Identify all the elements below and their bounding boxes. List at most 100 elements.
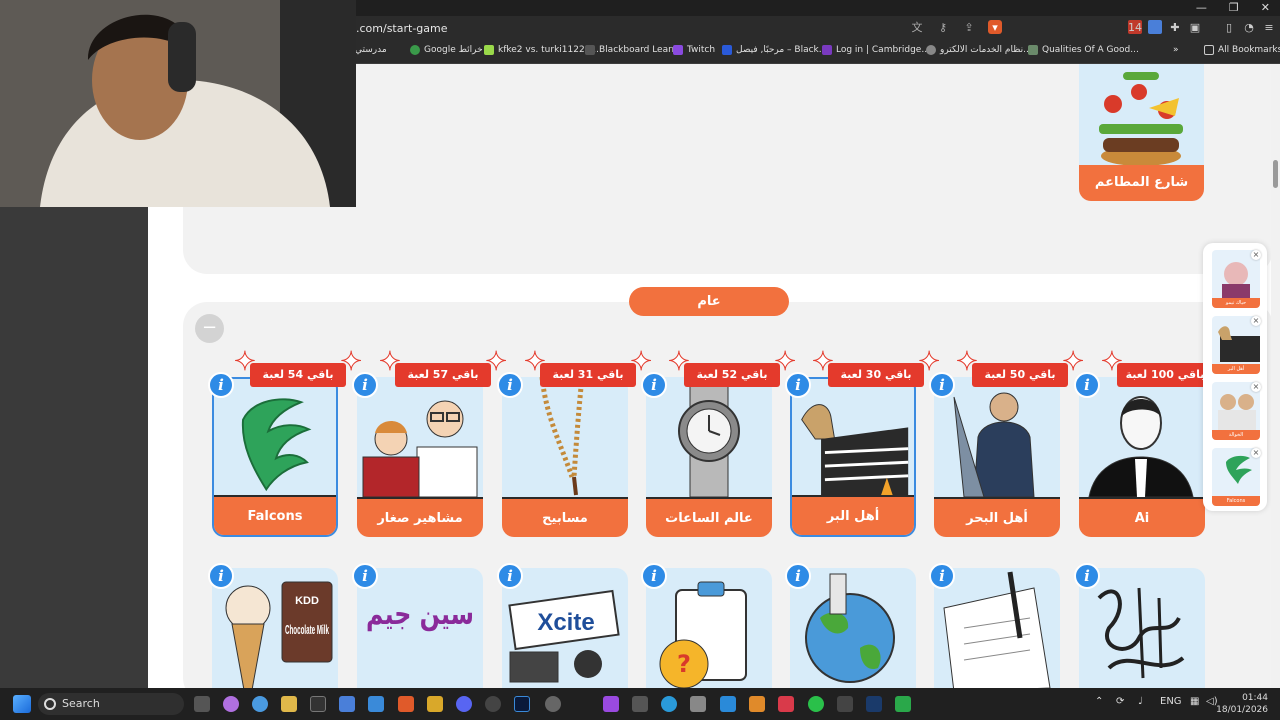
brave-icon[interactable] — [398, 696, 414, 712]
whatsapp-icon[interactable] — [808, 696, 824, 712]
leo-icon[interactable]: ◔ — [1242, 20, 1256, 34]
rockstar-icon[interactable] — [427, 696, 443, 712]
category-card-sea-people[interactable]: أهل البحر — [934, 377, 1060, 537]
info-button[interactable]: i — [208, 563, 234, 589]
photoshop-icon[interactable] — [514, 696, 530, 712]
address-bar[interactable]: .com/start-game — [340, 20, 1000, 38]
card-label: مسابيح — [502, 497, 628, 537]
remove-icon[interactable]: × — [1251, 382, 1261, 392]
brave-shield-icon[interactable]: ▾ — [988, 20, 1002, 34]
windows-start-icon[interactable] — [13, 695, 31, 713]
app-icon[interactable] — [720, 696, 736, 712]
network-icon[interactable]: ⟳ — [1116, 696, 1124, 707]
discord-icon[interactable] — [456, 696, 472, 712]
epic-games-icon[interactable] — [310, 696, 326, 712]
app-icon[interactable] — [778, 696, 794, 712]
info-button[interactable]: i — [497, 563, 523, 589]
settings-icon[interactable] — [545, 696, 561, 712]
sidebar-icon[interactable]: ▯ — [1222, 20, 1236, 34]
category-card-watches[interactable]: عالم الساعات — [646, 377, 772, 537]
remaining-games-badge: باقي 57 لعبة — [379, 349, 507, 387]
more-bookmarks-button[interactable]: » — [1173, 45, 1179, 55]
globe-icon — [926, 45, 936, 55]
puzzle-icon[interactable]: ✚ — [1168, 20, 1182, 34]
bookmark-item[interactable]: Google خرائط — [410, 45, 483, 55]
minimize-icon[interactable]: — — [1196, 1, 1207, 14]
bookmark-item[interactable]: Twitch — [673, 45, 715, 55]
info-button[interactable]: i — [352, 372, 378, 398]
bookmark-item[interactable]: Log in | Cambridge... — [822, 45, 930, 55]
share-icon[interactable]: ⇪ — [962, 20, 976, 34]
category-card-sin-jim[interactable]: سين جيم — [357, 568, 483, 693]
info-button[interactable]: i — [1074, 372, 1100, 398]
category-card-calligraphy[interactable] — [1079, 568, 1205, 693]
collapse-button[interactable]: − — [195, 314, 224, 343]
extension-icon[interactable] — [1148, 20, 1162, 34]
info-button[interactable]: i — [785, 563, 811, 589]
steam-icon[interactable] — [866, 696, 882, 712]
category-card-ai[interactable]: Ai — [1079, 377, 1205, 537]
chrome-icon[interactable] — [252, 696, 268, 712]
task-view-icon[interactable] — [194, 696, 210, 712]
category-card-poetry[interactable] — [934, 568, 1060, 693]
info-button[interactable]: i — [1074, 563, 1100, 589]
info-button[interactable]: i — [208, 372, 234, 398]
wallet-icon[interactable]: ▣ — [1188, 20, 1202, 34]
obs-icon[interactable] — [485, 696, 501, 712]
category-card-restaurant-street[interactable]: شارع المطاعم — [1079, 64, 1204, 201]
bookmark-item[interactable]: Blackboard Learn — [585, 45, 677, 55]
wifi-icon[interactable]: ▦ — [1190, 696, 1199, 707]
system-clock[interactable]: 01:44 18/01/2026 — [1216, 692, 1268, 716]
tray-chevron-icon[interactable]: ⌃ — [1095, 696, 1103, 707]
category-card-desert-people[interactable]: أهل البر — [790, 377, 916, 537]
microphone-icon[interactable]: ♩ — [1138, 696, 1143, 707]
all-bookmarks-button[interactable]: All Bookmarks — [1204, 45, 1280, 55]
store-icon[interactable] — [339, 696, 355, 712]
info-button[interactable]: i — [641, 372, 667, 398]
category-card-ice-cream-milk[interactable]: KDD Chocolate Milk — [212, 568, 338, 693]
app-icon[interactable] — [837, 696, 853, 712]
teams-icon[interactable] — [368, 696, 384, 712]
mail-icon[interactable] — [632, 696, 648, 712]
category-card-history-geography[interactable] — [790, 568, 916, 693]
menu-icon[interactable]: ≡ — [1262, 20, 1276, 34]
bookmark-item[interactable]: kfke2 vs. turki11223... — [484, 45, 599, 55]
info-button[interactable]: i — [497, 372, 523, 398]
app-icon[interactable] — [895, 696, 911, 712]
remove-icon[interactable]: × — [1251, 250, 1261, 260]
extension-badge-icon[interactable]: 14 — [1128, 20, 1142, 34]
scrollbar-thumb[interactable] — [1273, 160, 1278, 188]
watch-illustration — [678, 377, 740, 497]
taskbar-search[interactable]: Search — [38, 693, 184, 715]
category-card-quiz[interactable]: ? — [646, 568, 772, 693]
card-label: Falcons — [214, 495, 336, 535]
bookmark-label: Log in | Cambridge... — [836, 45, 930, 55]
close-icon[interactable]: ✕ — [1261, 1, 1270, 14]
info-button[interactable]: i — [785, 372, 811, 398]
page-scrollbar[interactable] — [1271, 64, 1280, 688]
bookmark-item[interactable]: نظام الخدمات الالكترو... — [926, 45, 1032, 55]
info-button[interactable]: i — [929, 372, 955, 398]
category-card-prayer-beads[interactable]: مسابيح — [502, 377, 628, 537]
bookmark-label: Qualities Of A Good... — [1042, 45, 1139, 55]
edge-icon[interactable] — [661, 696, 677, 712]
app-icon[interactable] — [690, 696, 706, 712]
translate-icon[interactable]: 文 — [910, 20, 924, 34]
remove-icon[interactable]: × — [1251, 316, 1261, 326]
bookmark-item[interactable]: مرحبًا, فيصل – Black... — [722, 45, 827, 55]
info-button[interactable]: i — [352, 563, 378, 589]
language-indicator[interactable]: ENG — [1160, 696, 1182, 707]
category-card-young-celebrities[interactable]: مشاهير صغار — [357, 377, 483, 537]
key-icon[interactable]: ⚷ — [936, 20, 950, 34]
info-button[interactable]: i — [641, 563, 667, 589]
app-icon[interactable] — [223, 696, 239, 712]
file-explorer-icon[interactable] — [281, 696, 297, 712]
app-icon[interactable] — [603, 696, 619, 712]
bookmark-item[interactable]: Qualities Of A Good... — [1028, 45, 1139, 55]
category-card-xcite[interactable]: Xcite — [502, 568, 628, 693]
category-card-falcons[interactable]: Falcons — [212, 377, 338, 537]
maximize-icon[interactable]: ❐ — [1229, 1, 1239, 14]
app-icon[interactable] — [749, 696, 765, 712]
remove-icon[interactable]: × — [1251, 448, 1261, 458]
info-button[interactable]: i — [929, 563, 955, 589]
